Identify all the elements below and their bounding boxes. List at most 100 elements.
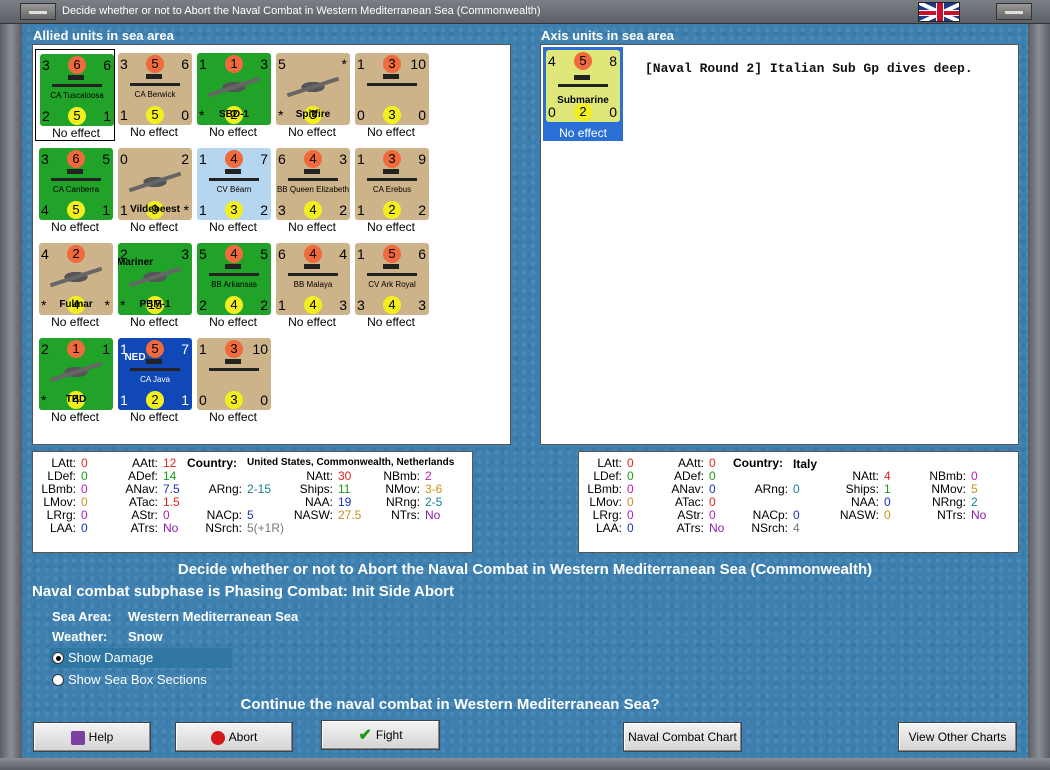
unit-name: CA Tuscaloosa — [50, 91, 104, 100]
allied-units-heading: Allied units in sea area — [33, 28, 174, 43]
abort-button[interactable]: Abort — [175, 722, 293, 752]
unit-status: No effect — [288, 315, 336, 329]
unit-status: No effect — [52, 126, 100, 140]
axis-unit-submarine[interactable]: 4 8 5 Submarine 0 0 2 No effect — [543, 47, 623, 141]
game-window: Decide whether or not to Abort the Naval… — [0, 0, 1050, 770]
unit-name: Vildebeest — [130, 204, 180, 215]
allied-unit-3[interactable]: 5 * * 3 Spitfire No effect — [272, 49, 352, 141]
warship-icon — [130, 74, 180, 86]
unit-status: No effect — [367, 125, 415, 139]
attack-circle: 4 — [225, 150, 243, 168]
stat-label-natt: NAtt: — [306, 469, 333, 483]
unit-stat: 10 — [252, 341, 268, 357]
unit-name: Spitfire — [295, 109, 331, 120]
unit-stat: 3 — [339, 151, 347, 167]
allied-unit-0[interactable]: 3 6 2 1 6 5 CA Tuscaloosa No effect — [35, 49, 115, 141]
unit-counter: 5 5 2 2 4 4 BB Arkansas — [197, 243, 271, 315]
warship-icon — [288, 264, 338, 276]
stat-value-nbmb: 2 — [425, 469, 432, 483]
warship-icon — [209, 264, 259, 276]
stat-value-nsrch: 5(+1R) — [247, 521, 285, 535]
allied-unit-11[interactable]: 2 3 * 15 Mariner PBM-1 No effect — [114, 239, 194, 331]
help-button[interactable]: Help — [33, 722, 151, 752]
unit-name: TBD — [65, 394, 87, 405]
stat-value-nrng: 2-5 — [425, 495, 443, 509]
allied-unit-7[interactable]: 1 7 1 2 4 3 CV Béarn No effect — [193, 144, 273, 236]
unit-stat: 1 — [120, 392, 128, 408]
defense-circle: 4 — [383, 296, 401, 314]
allied-unit-13[interactable]: 6 4 1 3 4 4 BB Malaya No effect — [272, 239, 352, 331]
allied-unit-9[interactable]: 1 9 1 2 3 2 CA Erebus No effect — [351, 144, 431, 236]
naval-combat-chart-button[interactable]: Naval Combat Chart — [623, 722, 742, 752]
stat-value-nmov: 3-6 — [425, 482, 443, 496]
close-button[interactable] — [996, 3, 1032, 20]
view-other-charts-button[interactable]: View Other Charts — [898, 722, 1017, 752]
stat-label-atac: ATac: — [674, 495, 704, 509]
allied-unit-2[interactable]: 1 3 * 1 2 SBD-1 No effect — [193, 49, 273, 141]
stat-label-nasw: NASW: — [293, 508, 333, 522]
unit-stat: 6 — [278, 151, 286, 167]
stat-label-arng: ARng: — [208, 482, 242, 496]
stat-value-latt: 0 — [81, 456, 88, 470]
unit-status: No effect — [209, 410, 257, 424]
left-frame — [0, 24, 22, 770]
naval-chart-label: Naval Combat Chart — [628, 730, 737, 744]
stat-value-nacp: 0 — [793, 508, 800, 522]
stat-label-atac: ATac: — [128, 495, 158, 509]
defense-circle: 4 — [304, 201, 322, 219]
stat-value-astr: 0 — [709, 508, 716, 522]
allied-unit-17[interactable]: 1 10 0 0 3 3 No effect — [193, 334, 273, 426]
unit-status: No effect — [130, 125, 178, 139]
unit-stat: 2 — [260, 202, 268, 218]
stat-value-anav: 7.5 — [163, 482, 180, 496]
allied-unit-4[interactable]: 1 10 0 0 3 3 No effect — [351, 49, 431, 141]
allied-unit-15[interactable]: 2 1 * 1 4 TBD No effect — [35, 334, 115, 426]
stat-label-latt: LAtt: — [51, 456, 76, 470]
defense-circle: 5 — [67, 201, 85, 219]
stat-label-ships: Ships: — [299, 482, 333, 496]
allied-unit-10[interactable]: 4 * * 2 4 Fulmar No effect — [35, 239, 115, 331]
unit-stat: 4 — [41, 202, 49, 218]
aircraft-icon — [49, 265, 103, 289]
allied-unit-16[interactable]: 1 7 1 1 5 2 NED CA Java No effect — [114, 334, 194, 426]
unit-counter: 1 10 0 0 3 3 — [197, 338, 271, 410]
attack-circle: 1 — [225, 55, 243, 73]
stat-label-laa: LAA: — [49, 521, 76, 535]
unit-stat: 3 — [278, 202, 286, 218]
defense-circle: 3 — [225, 201, 243, 219]
unit-counter: 1 9 1 2 3 2 CA Erebus — [355, 148, 429, 220]
stat-value-lbmb: 0 — [81, 482, 88, 496]
show-sea-box-radio[interactable]: Show Sea Box Sections — [50, 670, 232, 690]
allied-unit-6[interactable]: 0 2 1 * 9 Vildebeest No effect — [114, 144, 194, 236]
stat-label-latt: LAtt: — [597, 456, 622, 470]
weather-label: Weather: — [52, 629, 108, 644]
allied-unit-5[interactable]: 3 5 4 1 6 5 CA Canberra No effect — [35, 144, 115, 236]
minimize-button[interactable] — [20, 3, 56, 20]
unit-counter: 0 2 1 * 9 Vildebeest — [118, 148, 192, 220]
fight-button[interactable]: ✔ Fight — [321, 720, 440, 750]
show-damage-radio[interactable]: Show Damage — [50, 648, 232, 668]
warship-icon — [367, 264, 417, 276]
aircraft-icon — [207, 75, 261, 99]
unit-stat: 9 — [418, 151, 426, 167]
defense-circle: 2 — [383, 201, 401, 219]
unit-stat: 2 — [418, 202, 426, 218]
allied-unit-8[interactable]: 6 3 3 2 4 4 BB Queen Elizabeth No effect — [272, 144, 352, 236]
allied-unit-1[interactable]: 3 6 1 0 5 5 CA Berwick No effect — [114, 49, 194, 141]
title-bar: Decide whether or not to Abort the Naval… — [0, 0, 1050, 24]
stat-value-adef: 0 — [709, 469, 716, 483]
unit-stat: 0 — [181, 107, 189, 123]
stat-value-latt: 0 — [627, 456, 634, 470]
stat-value-naa: 19 — [338, 495, 352, 509]
unit-stat: 2 — [339, 202, 347, 218]
unit-counter: 1 3 * 1 2 SBD-1 — [197, 53, 271, 125]
stat-label-lbmb: LBmb: — [587, 482, 622, 496]
unit-status: No effect — [51, 220, 99, 234]
stat-value-naa: 0 — [884, 495, 891, 509]
defense-circle: 5 — [68, 107, 86, 125]
unit-stat: 1 — [278, 297, 286, 313]
allied-unit-14[interactable]: 1 6 3 3 5 4 CV Ark Royal No effect — [351, 239, 431, 331]
stat-value-atac: 1.5 — [163, 495, 180, 509]
unit-stat: 1 — [199, 151, 207, 167]
allied-unit-12[interactable]: 5 5 2 2 4 4 BB Arkansas No effect — [193, 239, 273, 331]
